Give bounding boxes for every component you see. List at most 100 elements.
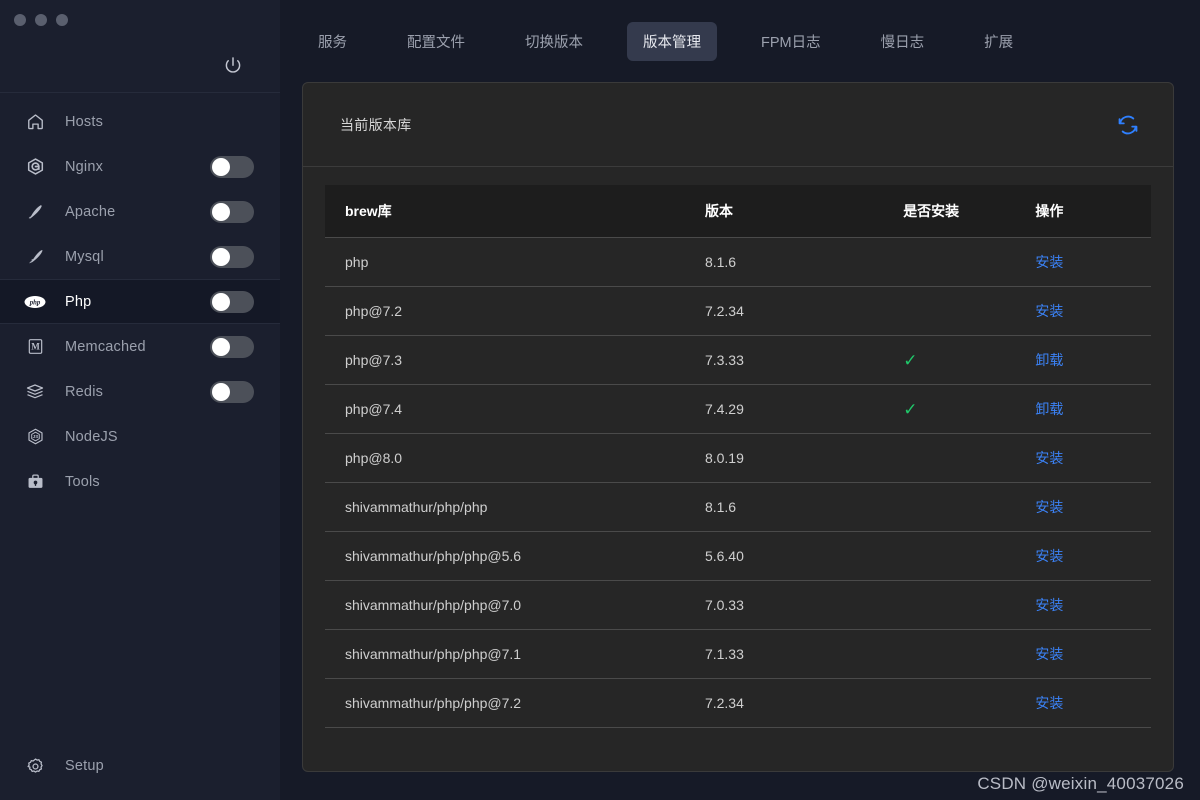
- sidebar-item-label: Nginx: [65, 158, 104, 175]
- sidebar-item-nginx[interactable]: Nginx: [0, 144, 280, 189]
- cell-action: 安装: [1035, 531, 1151, 581]
- cell-installed: ✓: [903, 384, 1036, 434]
- cell-version: 8.0.19: [704, 433, 904, 483]
- sidebar-item-mysql[interactable]: Mysql: [0, 234, 280, 279]
- sidebar-item-label: Tools: [65, 473, 100, 490]
- install-link[interactable]: 安装: [1035, 450, 1063, 466]
- mysql-toggle[interactable]: [210, 245, 254, 268]
- window-close-button[interactable]: [14, 14, 26, 26]
- sidebar-item-label: Redis: [65, 383, 104, 400]
- table-row: php 8.1.6 安装: [325, 237, 1151, 287]
- table-container: brew库 版本 是否安装 操作 php 8.1.6 安装 php@7.2 7.…: [303, 167, 1173, 728]
- table-row: shivammathur/php/php 8.1.6 安装: [325, 482, 1151, 532]
- sidebar-item-label: Php: [65, 293, 92, 310]
- sidebar: Hosts Nginx Apache Mysql php Php M Memca…: [0, 0, 280, 800]
- sidebar-item-apache[interactable]: Apache: [0, 189, 280, 234]
- window-maximize-button[interactable]: [56, 14, 68, 26]
- table-row: shivammathur/php/php@5.6 5.6.40 安装: [325, 531, 1151, 581]
- install-link[interactable]: 安装: [1035, 303, 1063, 319]
- cell-brew-name: shivammathur/php/php: [325, 482, 705, 532]
- cell-action: 安装: [1035, 286, 1151, 336]
- cell-action: 安装: [1035, 433, 1151, 483]
- column-header-brew: brew库: [325, 185, 705, 238]
- power-icon[interactable]: [222, 55, 244, 77]
- sidebar-item-label: Hosts: [65, 113, 104, 130]
- tab-slow-log[interactable]: 慢日志: [865, 22, 941, 61]
- install-link[interactable]: 安装: [1035, 499, 1063, 515]
- sidebar-item-label: Mysql: [65, 248, 104, 265]
- cell-brew-name: shivammathur/php/php@7.1: [325, 629, 705, 679]
- uninstall-link[interactable]: 卸载: [1035, 401, 1063, 417]
- memcached-icon: M: [24, 336, 46, 358]
- apache-toggle[interactable]: [210, 200, 254, 223]
- install-link[interactable]: 安装: [1035, 646, 1063, 662]
- cell-brew-name: shivammathur/php/php@7.0: [325, 580, 705, 630]
- tab-switch-version[interactable]: 切换版本: [509, 22, 599, 61]
- cell-version: 8.1.6: [704, 482, 904, 532]
- table-head: brew库 版本 是否安装 操作: [325, 185, 1151, 238]
- tab-bar: 服务 配置文件 切换版本 版本管理 FPM日志 慢日志 扩展: [280, 0, 1200, 82]
- sidebar-nav: Hosts Nginx Apache Mysql php Php M Memca…: [0, 93, 280, 738]
- tab-services[interactable]: 服务: [302, 22, 363, 61]
- table-row: php@7.3 7.3.33 ✓ 卸载: [325, 335, 1151, 385]
- apache-icon: [24, 201, 46, 223]
- php-toggle[interactable]: [210, 290, 254, 313]
- cell-installed: [903, 433, 1036, 483]
- uninstall-link[interactable]: 卸载: [1035, 352, 1063, 368]
- cell-action: 安装: [1035, 580, 1151, 630]
- table-row: php@8.0 8.0.19 安装: [325, 433, 1151, 483]
- nodejs-icon: JS: [24, 426, 46, 448]
- install-link[interactable]: 安装: [1035, 695, 1063, 711]
- nginx-toggle[interactable]: [210, 155, 254, 178]
- sidebar-item-memcached[interactable]: M Memcached: [0, 324, 280, 369]
- sidebar-item-nodejs[interactable]: JS NodeJS: [0, 414, 280, 459]
- table-row: shivammathur/php/php@7.2 7.2.34 安装: [325, 678, 1151, 728]
- cell-action: 安装: [1035, 482, 1151, 532]
- redis-icon: [24, 381, 46, 403]
- install-link[interactable]: 安装: [1035, 254, 1063, 270]
- cell-installed: [903, 237, 1036, 287]
- cell-brew-name: shivammathur/php/php@5.6: [325, 531, 705, 581]
- table-body: php 8.1.6 安装 php@7.2 7.2.34 安装 php@7.3 7…: [325, 237, 1151, 728]
- cell-version: 7.0.33: [704, 580, 904, 630]
- cell-version: 5.6.40: [704, 531, 904, 581]
- column-header-action: 操作: [1035, 185, 1151, 238]
- sidebar-item-label: Memcached: [65, 338, 146, 355]
- cell-version: 8.1.6: [704, 237, 904, 287]
- tab-extensions[interactable]: 扩展: [968, 22, 1029, 61]
- install-link[interactable]: 安装: [1035, 548, 1063, 564]
- table-row: shivammathur/php/php@7.0 7.0.33 安装: [325, 580, 1151, 630]
- redis-toggle[interactable]: [210, 380, 254, 403]
- version-library-card: 当前版本库 brew库 版本 是否安装 操作 php 8.1.6 安装 php@…: [302, 82, 1174, 772]
- tab-version-manage[interactable]: 版本管理: [627, 21, 717, 61]
- cell-version: 7.2.34: [704, 678, 904, 728]
- sidebar-item-tools[interactable]: Tools: [0, 459, 280, 504]
- window-minimize-button[interactable]: [35, 14, 47, 26]
- cell-brew-name: php@7.2: [325, 286, 705, 336]
- mysql-icon: [24, 246, 46, 268]
- memcached-toggle[interactable]: [210, 335, 254, 358]
- cell-version: 7.2.34: [704, 286, 904, 336]
- power-row: [0, 40, 280, 92]
- sidebar-item-hosts[interactable]: Hosts: [0, 99, 280, 144]
- cell-brew-name: php@7.3: [325, 335, 705, 385]
- sidebar-item-redis[interactable]: Redis: [0, 369, 280, 414]
- cell-brew-name: php: [325, 237, 705, 287]
- table-row: php@7.4 7.4.29 ✓ 卸载: [325, 384, 1151, 434]
- sidebar-item-php[interactable]: php Php: [0, 279, 280, 324]
- cell-version: 7.4.29: [704, 384, 904, 434]
- installed-check-icon: ✓: [903, 399, 918, 419]
- refresh-icon[interactable]: [1115, 112, 1141, 138]
- tab-config-file[interactable]: 配置文件: [391, 22, 481, 61]
- table-row: php@7.2 7.2.34 安装: [325, 286, 1151, 336]
- sidebar-item-setup[interactable]: Setup: [0, 738, 280, 794]
- watermark: CSDN @weixin_40037026: [977, 774, 1184, 793]
- cell-brew-name: shivammathur/php/php@7.2: [325, 678, 705, 728]
- install-link[interactable]: 安装: [1035, 597, 1063, 613]
- tab-fpm-log[interactable]: FPM日志: [745, 22, 837, 61]
- cell-installed: [903, 580, 1036, 630]
- installed-check-icon: ✓: [903, 350, 918, 370]
- cell-version: 7.3.33: [704, 335, 904, 385]
- versions-table: brew库 版本 是否安装 操作 php 8.1.6 安装 php@7.2 7.…: [325, 185, 1151, 728]
- sidebar-item-label: NodeJS: [65, 428, 118, 445]
